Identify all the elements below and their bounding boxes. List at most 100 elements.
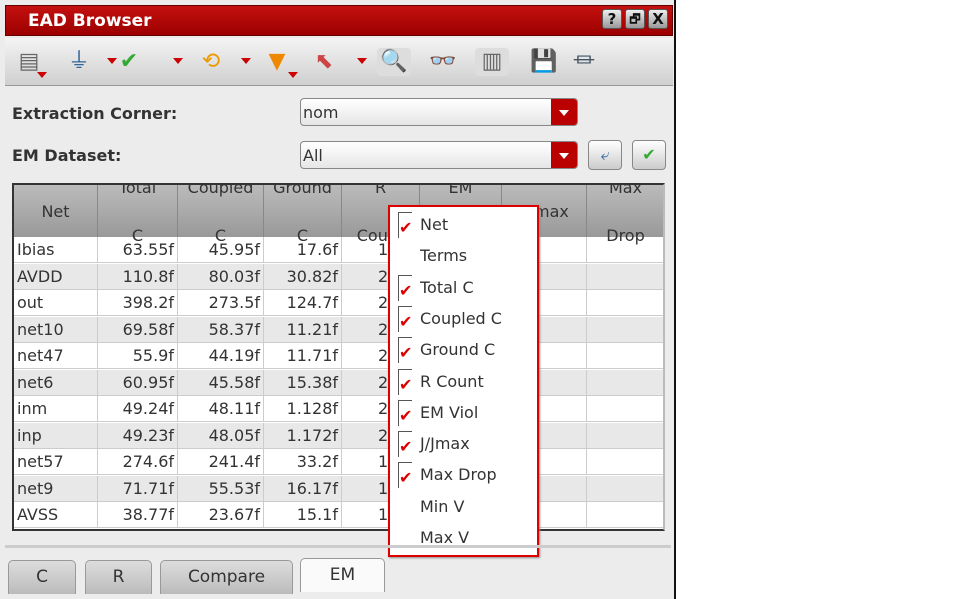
- tab-compare[interactable]: Compare: [160, 560, 293, 594]
- table-cell: 55.9f: [98, 343, 178, 369]
- binoculars-icon[interactable]: 👓: [429, 48, 457, 76]
- header-label-line1: Total: [118, 183, 157, 197]
- checkmark-icon: ✔: [398, 399, 412, 426]
- table-row[interactable]: net57 274.6f 241.4f 33.2f 1: [14, 449, 663, 475]
- checkmark-icon: ✔: [398, 274, 412, 301]
- em-results-table: NetTotalCCoupledCGroundCRCountEMViolJ/Jm…: [12, 183, 665, 531]
- menu-item-terms[interactable]: Terms: [390, 242, 537, 272]
- table-cell: 48.05f: [178, 422, 264, 449]
- checkmark-icon: ✔: [398, 212, 412, 238]
- header-label-line1: R: [374, 183, 387, 197]
- toolbar: ▤ ⏚ ✔ ⟲ ▼ ⬉ 🔍 👓 ▥ 💾 ⏛: [5, 38, 673, 86]
- dropdown-arrow-icon[interactable]: [173, 58, 183, 64]
- check-filter-icon[interactable]: ✔: [115, 48, 143, 76]
- table-cell: 49.23f: [98, 422, 178, 449]
- extraction-corner-select[interactable]: nom: [300, 98, 578, 126]
- dropdown-arrow-icon[interactable]: [288, 72, 298, 78]
- table-cell: 69.58f: [98, 316, 178, 343]
- table-cell: 58.37f: [178, 316, 264, 343]
- column-view-icon[interactable]: ▥: [475, 48, 509, 76]
- menu-item-em-viol[interactable]: ✔ EM Viol: [390, 399, 537, 429]
- em-dataset-label: EM Dataset:: [12, 146, 122, 165]
- table-cell: [587, 396, 663, 422]
- table-cell: Ibias: [14, 237, 98, 263]
- menu-item-total-c[interactable]: ✔ Total C: [390, 274, 537, 304]
- column-header[interactable]: Max Drop: [587, 185, 663, 245]
- menu-item-label: Ground C: [420, 340, 496, 360]
- table-cell: 16.17f: [264, 475, 342, 502]
- tab-r[interactable]: R: [85, 560, 152, 594]
- help-button[interactable]: ?: [602, 9, 622, 29]
- table-cell: AVSS: [14, 502, 98, 528]
- table-cell: 11.21f: [264, 316, 342, 343]
- funnel-icon[interactable]: ▼: [263, 48, 291, 76]
- menu-item-label: Coupled C: [420, 308, 502, 328]
- table-cell: 38.77f: [98, 502, 178, 528]
- dropdown-arrow-icon[interactable]: [37, 72, 47, 78]
- column-header[interactable]: Coupled C: [178, 185, 264, 245]
- table-cell: 44.19f: [178, 343, 264, 369]
- checkmark-icon: ✔: [398, 462, 412, 489]
- probe-icon[interactable]: ⏛: [570, 48, 598, 76]
- save-icon[interactable]: 💾: [530, 48, 558, 76]
- table-cell: 60.95f: [98, 369, 178, 396]
- netlist-filter-icon[interactable]: ⏚: [65, 48, 93, 76]
- table-cell: [587, 264, 663, 290]
- chevron-down-icon[interactable]: [551, 142, 577, 168]
- table-cell: 55.53f: [178, 475, 264, 502]
- table-cell: [587, 343, 663, 369]
- load-dataset-button[interactable]: ⤶: [588, 140, 622, 170]
- menu-item-ground-c[interactable]: ✔ Ground C: [390, 336, 537, 366]
- menu-item-coupled-c[interactable]: ✔ Coupled C: [390, 305, 537, 335]
- zoom-fit-icon[interactable]: 🔍: [377, 48, 411, 76]
- table-cell: 33.2f: [264, 449, 342, 475]
- menu-item-j-jmax[interactable]: ✔ J/Jmax: [390, 430, 537, 460]
- table-row[interactable]: inp 49.23f 48.05f 1.172f 2: [14, 422, 663, 449]
- window-title: EAD Browser: [28, 11, 152, 31]
- em-dataset-value: All: [303, 146, 323, 165]
- select-pointer-icon[interactable]: ⬉: [310, 48, 338, 76]
- table-row[interactable]: net9 71.71f 55.53f 16.17f 1: [14, 475, 663, 502]
- em-dataset-select[interactable]: All: [300, 141, 578, 169]
- table-cell: net6: [14, 369, 98, 396]
- table-row[interactable]: inm 49.24f 48.11f 1.128f 2: [14, 396, 663, 422]
- menu-item-label: J/Jmax: [420, 434, 470, 454]
- tab-c[interactable]: C: [8, 560, 76, 594]
- table-cell: net47: [14, 343, 98, 369]
- menu-item-net[interactable]: ✔ Net: [390, 211, 537, 241]
- table-cell: 71.71f: [98, 475, 178, 502]
- table-cell: 45.58f: [178, 369, 264, 396]
- menu-item-min-v[interactable]: Min V: [390, 493, 537, 523]
- chevron-down-icon[interactable]: [551, 99, 577, 125]
- table-cell: [587, 449, 663, 475]
- header-label-line1: Ground: [273, 183, 332, 197]
- table-cell: [587, 237, 663, 263]
- dropdown-arrow-icon[interactable]: [357, 58, 367, 64]
- table-cell: 11.71f: [264, 343, 342, 369]
- table-row[interactable]: net6 60.95f 45.58f 15.38f 2: [14, 369, 663, 396]
- table-row[interactable]: net10 69.58f 58.37f 11.21f 2: [14, 316, 663, 343]
- table-row[interactable]: net47 55.9f 44.19f 11.71f 2: [14, 343, 663, 369]
- table-cell: net10: [14, 316, 98, 343]
- close-button[interactable]: X: [648, 9, 668, 29]
- table-cell: [587, 370, 663, 396]
- table-cell: 30.82f: [264, 263, 342, 290]
- table-row[interactable]: AVDD 110.8f 80.03f 30.82f 2: [14, 263, 663, 290]
- column-header[interactable]: Net: [14, 185, 98, 237]
- table-row[interactable]: AVSS 38.77f 23.67f 15.1f 1: [14, 502, 663, 528]
- menu-item-label: Terms: [420, 246, 468, 266]
- tab-em[interactable]: EM: [300, 558, 385, 592]
- table-row[interactable]: Ibias 63.55f 45.95f 17.6f 1: [14, 237, 663, 263]
- column-header[interactable]: Ground C: [264, 183, 342, 245]
- refresh-icon[interactable]: ⟲: [197, 48, 225, 76]
- dataset-options-button[interactable]: ✔: [632, 140, 666, 170]
- menu-item-label: Max Drop: [420, 465, 497, 485]
- table-cell: 49.24f: [98, 396, 178, 422]
- table-row[interactable]: out 398.2f 273.5f 124.7f 2: [14, 290, 663, 316]
- column-header[interactable]: Total C: [98, 183, 178, 245]
- menu-item-max-drop[interactable]: ✔ Max Drop: [390, 461, 537, 491]
- check-filter-icon: ✔: [642, 145, 656, 164]
- dropdown-arrow-icon[interactable]: [241, 58, 251, 64]
- menu-item-r-count[interactable]: ✔ R Count: [390, 368, 537, 398]
- restore-button[interactable]: 🗗: [625, 9, 645, 29]
